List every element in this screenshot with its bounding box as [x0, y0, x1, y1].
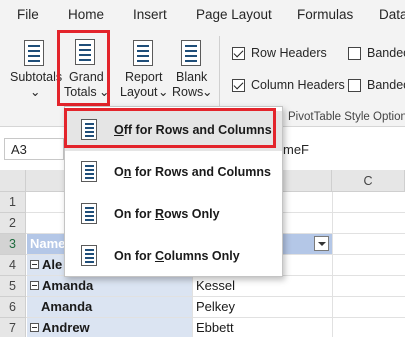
menu-item-on-rows-only[interactable]: On for Rows Only: [65, 195, 282, 235]
collapse-icon[interactable]: [30, 281, 39, 290]
tab-page-layout[interactable]: Page Layout: [196, 7, 272, 22]
checkbox-unchecked-icon[interactable]: [348, 78, 361, 92]
blank-rows-button[interactable]: Blank Rows ⌄: [168, 30, 214, 110]
checkbox-unchecked-icon[interactable]: [348, 46, 361, 60]
filter-dropdown-icon[interactable]: [314, 236, 329, 251]
cell-a6[interactable]: Amanda: [41, 299, 92, 314]
subtotals-label: Subtotals: [10, 70, 63, 84]
grand-totals-rows-icon: [81, 203, 97, 224]
banded-rows-label: Bandec: [367, 46, 405, 60]
checkbox-checked-icon[interactable]: [232, 46, 245, 60]
style-options-group-label: PivotTable Style Option: [288, 111, 405, 123]
subtotals-button[interactable]: Subtotals ⌄: [8, 30, 62, 110]
tab-file[interactable]: File: [17, 7, 39, 22]
menu-item-highlight: [64, 108, 276, 148]
menu-item-label: On for Rows and Columns: [114, 165, 271, 179]
banded-rows-option[interactable]: Bandec: [348, 46, 405, 60]
row-header[interactable]: 1: [0, 192, 26, 213]
tab-home[interactable]: Home: [68, 7, 104, 22]
tab-insert[interactable]: Insert: [133, 7, 167, 22]
grand-totals-columns-icon: [81, 245, 97, 266]
grand-totals-highlight: [57, 30, 110, 106]
subtotals-icon: [24, 40, 44, 66]
blank-rows-label-line1: Blank: [176, 70, 208, 84]
row-header[interactable]: 6: [0, 297, 26, 318]
menu-item-label: On for Rows Only: [114, 207, 220, 221]
report-layout-button[interactable]: Report Layout ⌄: [117, 30, 169, 110]
cell-a7[interactable]: Andrew: [30, 320, 90, 335]
cell-b6[interactable]: Pelkey: [196, 299, 235, 314]
tab-data[interactable]: Data: [379, 7, 405, 22]
report-layout-label-line1: Report: [125, 70, 163, 84]
grand-totals-on-icon: [81, 161, 97, 182]
cell-a5[interactable]: Amanda: [30, 278, 93, 293]
menu-item-on-rows-columns[interactable]: On for Rows and Columns: [65, 153, 282, 193]
row-headers-label: Row Headers: [251, 46, 327, 60]
row-header[interactable]: 3: [0, 234, 26, 255]
cell-b5[interactable]: Kessel: [196, 278, 235, 293]
chevron-down-icon: ⌄: [158, 85, 169, 99]
tab-formulas[interactable]: Formulas: [297, 7, 353, 22]
row-header[interactable]: 4: [0, 255, 26, 276]
row-header[interactable]: 5: [0, 276, 26, 297]
ribbon-separator: [219, 36, 220, 116]
report-layout-label-line2: Layout: [120, 85, 158, 99]
collapse-icon[interactable]: [30, 260, 39, 269]
menu-item-on-columns-only[interactable]: On for Columns Only: [65, 237, 282, 277]
row-headers-option[interactable]: Row Headers: [232, 46, 327, 60]
ribbon-tabs: File Home Insert Page Layout Formulas Da…: [0, 0, 405, 30]
chevron-down-icon: ⌄: [202, 85, 213, 99]
checkbox-checked-icon[interactable]: [232, 78, 245, 92]
formula-input[interactable]: meF: [283, 142, 309, 157]
cell-b7[interactable]: Ebbett: [196, 320, 234, 335]
collapse-icon[interactable]: [30, 323, 39, 332]
column-headers-option[interactable]: Column Headers: [232, 78, 345, 92]
column-header-c[interactable]: C: [332, 170, 405, 192]
menu-item-label: On for Columns Only: [114, 249, 240, 263]
report-layout-icon: [133, 40, 153, 66]
banded-columns-label: Bandec: [367, 78, 405, 92]
blank-rows-icon: [181, 40, 201, 66]
blank-rows-label-line2: Rows: [172, 85, 204, 99]
select-all-corner[interactable]: [0, 170, 26, 192]
cell-a4[interactable]: Ale: [30, 257, 62, 272]
name-box[interactable]: A3: [4, 138, 64, 160]
column-headers-label: Column Headers: [251, 78, 345, 92]
row-header[interactable]: 2: [0, 213, 26, 234]
banded-columns-option[interactable]: Bandec: [348, 78, 405, 92]
chevron-down-icon: ⌄: [30, 85, 41, 99]
row-header[interactable]: 7: [0, 318, 26, 337]
